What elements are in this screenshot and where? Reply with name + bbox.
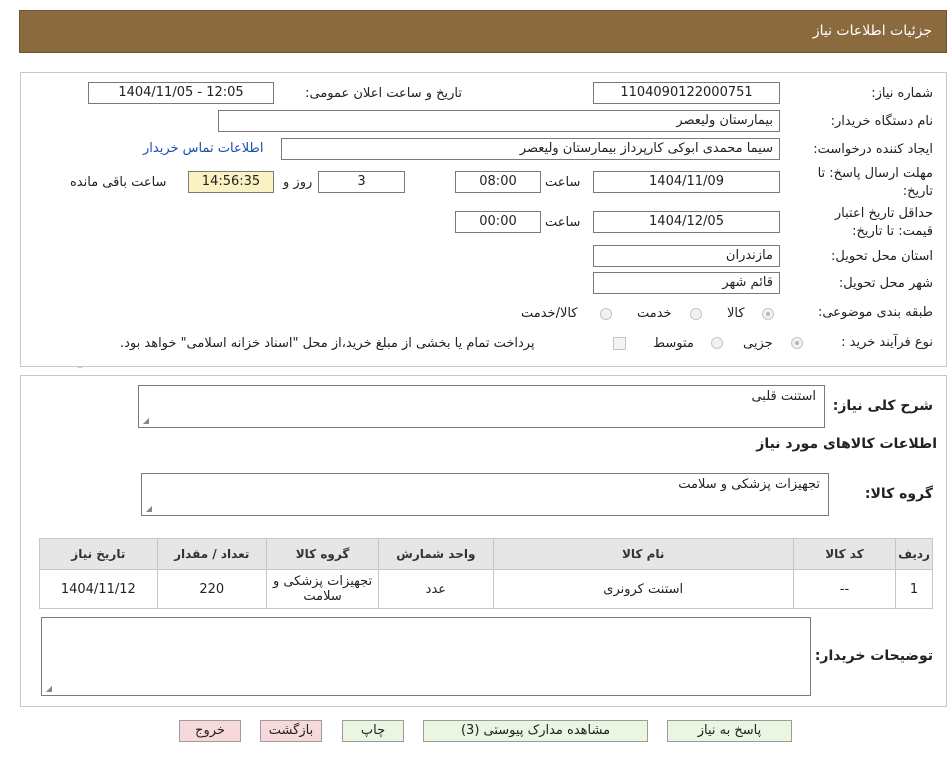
process-radio-medium[interactable]: [711, 337, 723, 349]
goods-group-field: تجهیزات پزشکی و سلامت ◢: [141, 473, 829, 516]
goods-group-label: گروه کالا:: [864, 486, 933, 502]
goods-group-text: تجهیزات پزشکی و سلامت: [678, 477, 820, 492]
category-option-service: خدمت: [637, 306, 672, 321]
page-title: جزئیات اطلاعات نیاز: [812, 23, 932, 39]
category-option-goods: کالا: [727, 306, 745, 321]
need-number-label: شماره نیاز:: [871, 86, 933, 101]
requester-label: ایجاد کننده درخواست:: [813, 142, 933, 157]
province-field: مازندران: [593, 245, 780, 267]
validity-label-line2: قیمت: تا تاریخ:: [852, 224, 933, 239]
remaining-label: ساعت باقی مانده: [70, 175, 167, 190]
city-label: شهر محل تحویل:: [838, 276, 933, 291]
category-label: طبقه بندی موضوعی:: [817, 305, 933, 320]
days-field: 3: [318, 171, 405, 193]
col-header-goods-code: کد کالا: [792, 538, 897, 570]
exit-button[interactable]: خروج: [179, 720, 241, 742]
category-radio-goods[interactable]: [762, 308, 774, 320]
announce-label: تاریخ و ساعت اعلان عمومی:: [305, 86, 462, 101]
deadline-time-field: 08:00: [455, 171, 541, 193]
city-field: قائم شهر: [593, 272, 780, 294]
category-option-goods-service: کالا/خدمت: [521, 306, 578, 321]
process-label: نوع فرآیند خرید :: [841, 335, 933, 350]
treasury-note: پرداخت تمام یا بخشی از مبلغ خرید،از محل …: [120, 336, 535, 351]
print-button[interactable]: چاپ: [342, 720, 404, 742]
validity-time-field: 00:00: [455, 211, 541, 233]
col-header-quantity: تعداد / مقدار: [156, 538, 267, 570]
contact-buyer-link[interactable]: اطلاعات تماس خریدار: [143, 141, 263, 156]
province-label: استان محل تحویل:: [831, 249, 933, 264]
col-header-row-number: ردیف: [895, 538, 933, 570]
process-option-minor: جزیی: [743, 336, 773, 351]
announce-field: 1404/11/05 - 12:05: [88, 82, 274, 104]
validity-date-field: 1404/12/05: [593, 211, 780, 233]
validity-time-label: ساعت: [545, 215, 581, 230]
items-table: ردیف کد کالا نام کالا واحد شمارش گروه کا…: [39, 538, 933, 609]
buyer-notes-label: توضیحات خریدار:: [814, 648, 933, 664]
remaining-time-field: 14:56:35: [188, 171, 274, 193]
buyer-notes-field[interactable]: ◢: [41, 617, 811, 696]
col-header-unit: واحد شمارش: [378, 538, 494, 570]
process-radio-minor[interactable]: [791, 337, 803, 349]
cell-goods-code: --: [792, 569, 897, 609]
deadline-label-line1: مهلت ارسال پاسخ: تا: [817, 166, 933, 181]
resize-handle-icon[interactable]: ◢: [141, 417, 149, 425]
deadline-label-line2: تاریخ:: [902, 184, 933, 199]
cell-unit: عدد: [378, 569, 494, 609]
deadline-date-field: 1404/11/09: [593, 171, 780, 193]
page-header: جزئیات اطلاعات نیاز: [19, 10, 947, 53]
buyer-org-field: بیمارستان ولیعصر: [218, 110, 780, 132]
need-description-text: استنت قلبی: [751, 389, 816, 404]
col-header-goods-name: نام کالا: [492, 538, 794, 570]
need-description-label: شرح کلی نیاز:: [832, 398, 933, 414]
process-option-medium: متوسط: [653, 336, 694, 351]
days-label: روز و: [283, 175, 313, 190]
col-header-goods-group: گروه کالا: [265, 538, 380, 570]
cell-row-number: 1: [895, 569, 933, 609]
cell-need-date: 1404/11/12: [39, 569, 158, 609]
requester-field: سیما محمدی ابوکی کارپرداز بیمارستان ولیع…: [281, 138, 780, 160]
treasury-checkbox[interactable]: [613, 337, 626, 350]
buyer-org-label: نام دستگاه خریدار:: [830, 114, 933, 129]
resize-handle-icon[interactable]: ◢: [44, 685, 52, 693]
resize-handle-icon[interactable]: ◢: [144, 505, 152, 513]
validity-label-line1: حداقل تاریخ اعتبار: [834, 206, 933, 221]
reply-button[interactable]: پاسخ به نیاز: [667, 720, 792, 742]
view-attachments-button[interactable]: مشاهده مدارک پیوستی (3): [423, 720, 648, 742]
items-section-title: اطلاعات کالاهای مورد نیاز: [756, 436, 937, 452]
cell-quantity: 220: [156, 569, 267, 609]
need-number-field: 1104090122000751: [593, 82, 780, 104]
deadline-time-label: ساعت: [545, 175, 581, 190]
category-radio-goods-service[interactable]: [600, 308, 612, 320]
table-row: 1 -- استنت کرونری عدد تجهیزات پزشکی و سل…: [39, 569, 933, 609]
need-description-field: استنت قلبی ◢: [138, 385, 825, 428]
back-button[interactable]: بازگشت: [260, 720, 322, 742]
cell-goods-name: استنت کرونری: [492, 569, 794, 609]
items-table-header-row: ردیف کد کالا نام کالا واحد شمارش گروه کا…: [39, 538, 933, 570]
col-header-need-date: تاریخ نیاز: [39, 538, 158, 570]
cell-goods-group: تجهیزات پزشکی و سلامت: [265, 569, 380, 609]
category-radio-service[interactable]: [690, 308, 702, 320]
